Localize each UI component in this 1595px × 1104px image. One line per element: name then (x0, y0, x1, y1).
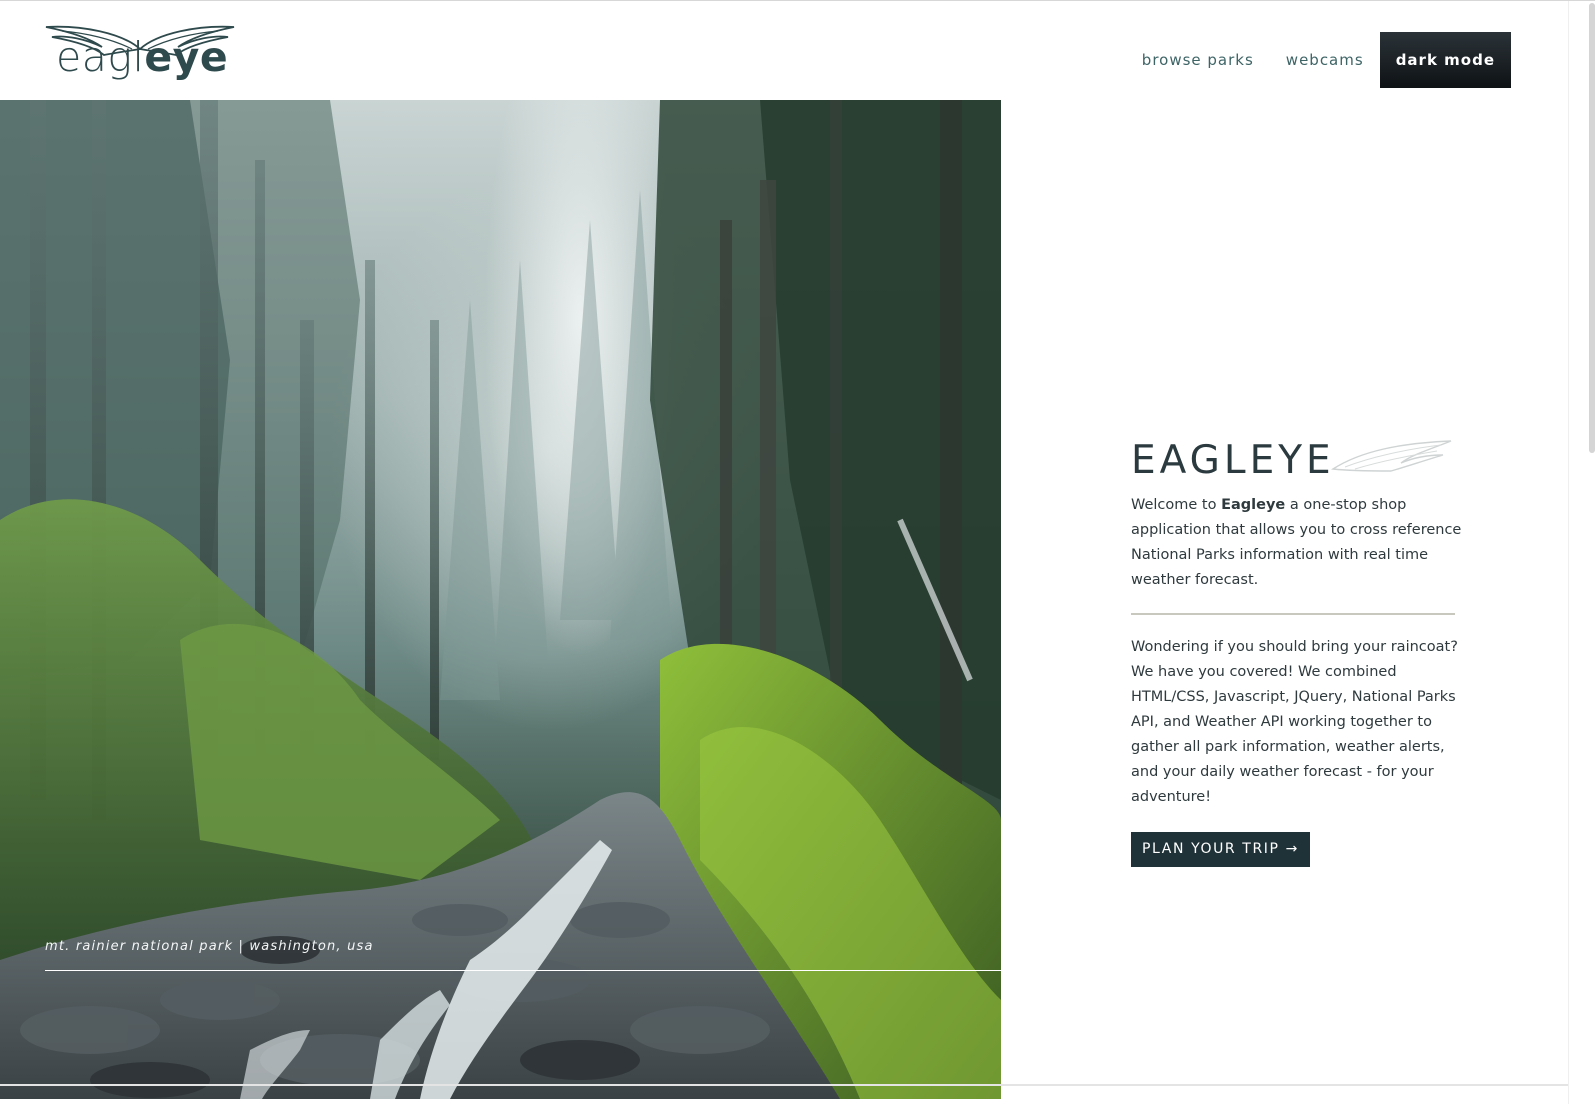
dark-mode-button[interactable]: dark mode (1379, 32, 1511, 88)
site-header: eagleye browse parks webcams dark mode (0, 1, 1568, 100)
bottom-divider (0, 1084, 1568, 1086)
logo-text-bold: eye (144, 33, 229, 81)
description-text: Wondering if you should bring your rainc… (1131, 639, 1458, 805)
nav-browse-parks[interactable]: browse parks (1126, 51, 1270, 69)
page: eagleye browse parks webcams dark mode m… (0, 0, 1595, 1104)
caption-divider (45, 970, 1001, 971)
welcome-text: Welcome to Eagleye a one-stop shop appli… (1131, 493, 1463, 593)
logo[interactable]: eagleye (42, 23, 238, 85)
section-divider (1131, 613, 1455, 615)
plan-your-trip-button[interactable]: PLAN YOUR TRIP → (1131, 832, 1310, 867)
logo-text: eagleye (56, 37, 228, 78)
intro-title-row: EAGLEYE (1131, 439, 1463, 489)
welcome-brand: Eagleye (1221, 497, 1286, 513)
intro-section: EAGLEYE Welcome to Eagleye a one-stop sh… (1131, 439, 1463, 867)
intro-title: EAGLEYE (1131, 438, 1335, 483)
scrollbar-thumb[interactable] (1589, 3, 1595, 453)
hero-caption: mt. rainier national park | washington, … (45, 939, 374, 954)
wing-icon (1331, 440, 1452, 472)
welcome-prefix: Welcome to (1131, 497, 1222, 513)
nav-webcams[interactable]: webcams (1270, 51, 1380, 69)
logo-text-light: eagl (56, 33, 145, 81)
scrollbar[interactable] (1568, 1, 1595, 1104)
main-nav: browse parks webcams dark mode (1126, 32, 1511, 88)
hero-forest-image: mt. rainier national park | washington, … (0, 100, 1001, 1099)
